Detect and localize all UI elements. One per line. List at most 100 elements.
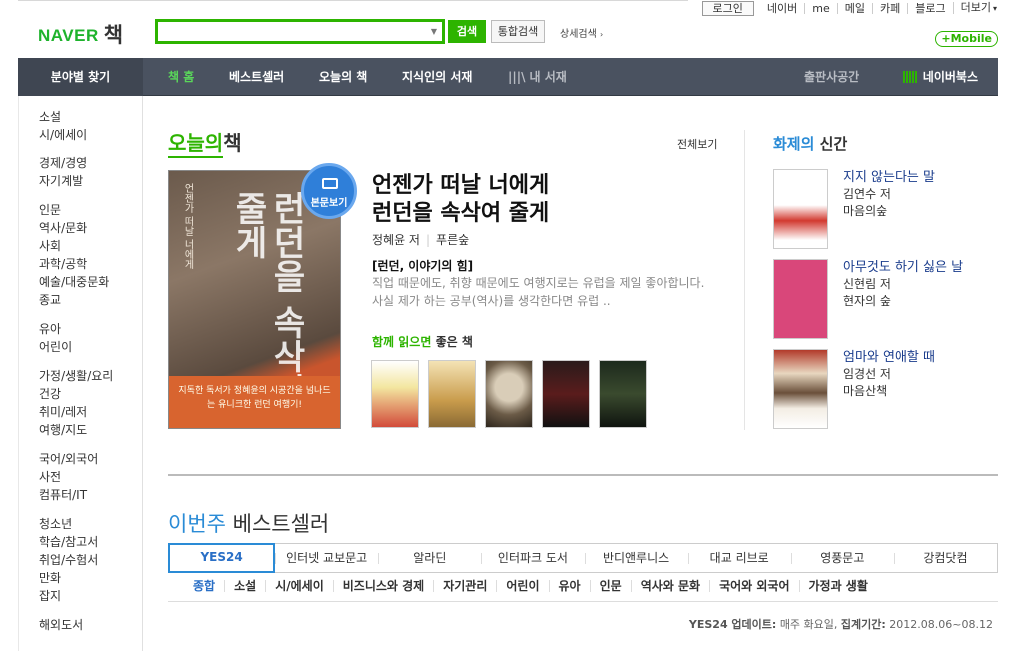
nav-book-home[interactable]: 책 홈 (168, 58, 194, 96)
cat-tab[interactable]: 어린이 (496, 580, 548, 592)
hot-book-title[interactable]: 엄마와 연애할 때 (843, 349, 935, 366)
cat-tab[interactable]: 시/에세이 (265, 580, 333, 592)
sidebar-item[interactable]: 취업/수험서 (39, 551, 98, 569)
hot-book-title[interactable]: 아무것도 하기 싫은 날 (843, 259, 963, 276)
update-label: YES24 업데이트: (688, 618, 777, 631)
cat-tab[interactable]: 종합 (193, 580, 224, 592)
sidebar-item[interactable]: 어린이 (39, 338, 72, 356)
tab-kyobo[interactable]: 인터넷 교보문고 (275, 544, 378, 572)
related-book-thumb[interactable] (599, 360, 647, 428)
search-input[interactable] (158, 22, 418, 41)
naverbooks-link[interactable]: 네이버북스 (902, 58, 978, 96)
sidebar-item[interactable]: 잡지 (39, 587, 98, 605)
login-button[interactable]: 로그인 (701, 0, 754, 16)
cat-tab[interactable]: 유아 (548, 580, 590, 592)
sidebar-group-4: 유아 어린이 (39, 320, 72, 356)
nav-today-book[interactable]: 오늘의 책 (319, 58, 367, 96)
hot-title-dark: 신간 (819, 135, 848, 153)
sidebar-item[interactable]: 사회 (39, 237, 109, 255)
sidebar-item[interactable]: 경제/경영 (39, 154, 87, 172)
sidebar-item[interactable]: 소설 (39, 108, 87, 126)
all-search-button[interactable]: 통합검색 (491, 20, 545, 43)
hot-book-title[interactable]: 지지 않는다는 말 (843, 169, 935, 186)
nav-bestseller[interactable]: 베스트셀러 (229, 58, 284, 96)
sidebar-item[interactable]: 학습/참고서 (39, 533, 98, 551)
tab-ypbooks[interactable]: 영풍문고 (790, 544, 894, 572)
sidebar-item[interactable]: 여행/지도 (39, 421, 113, 439)
sidebar-item[interactable]: 해외도서 (39, 616, 83, 634)
category-sidebar: 소설 시/에세이 경제/경영 자기계발 인문 역사/문화 사회 과학/공학 예술… (18, 96, 143, 651)
sidebar-item[interactable]: 사전 (39, 468, 98, 486)
cat-tab[interactable]: 국어와 외국어 (709, 580, 798, 592)
hot-book-cover[interactable] (773, 259, 828, 339)
hot-book-cover[interactable] (773, 349, 828, 429)
book-open-icon (322, 178, 338, 189)
hot-book-cover[interactable] (773, 169, 828, 249)
preview-badge-label: 본문보기 (310, 198, 348, 209)
sidebar-item[interactable]: 국어/외국어 (39, 450, 98, 468)
util-link-naver[interactable]: 네이버 (760, 3, 804, 14)
tab-yes24[interactable]: YES24 (168, 543, 276, 573)
cat-tab[interactable]: 가정과 생활 (798, 580, 877, 592)
util-link-blog[interactable]: 블로그 (907, 2, 952, 14)
chevron-down-icon: ▾ (992, 4, 997, 13)
sidebar-item[interactable]: 종교 (39, 291, 109, 309)
naverbooks-label: 네이버북스 (922, 70, 978, 84)
tab-aladin[interactable]: 알라딘 (378, 544, 481, 572)
related-book-thumb[interactable] (428, 360, 476, 428)
sidebar-item[interactable]: 시/에세이 (39, 126, 87, 144)
util-link-mail[interactable]: 메일 (836, 2, 872, 14)
tab-bandi[interactable]: 반디앤루니스 (584, 544, 688, 572)
preview-badge[interactable]: 본문보기 (301, 163, 357, 219)
sidebar-item[interactable]: 자기계발 (39, 172, 87, 190)
sidebar-item[interactable]: 과학/공학 (39, 255, 109, 273)
cat-tab[interactable]: 비즈니스와 경제 (332, 580, 433, 592)
tab-kangcom[interactable]: 강컴닷컴 (893, 544, 997, 572)
util-link-more[interactable]: 더보기 ▾ (952, 1, 1004, 14)
period-label: 집계기간: (840, 618, 886, 631)
cat-tab[interactable]: 소설 (224, 580, 265, 592)
sidebar-item[interactable]: 만화 (39, 569, 98, 587)
hot-book-publisher: 현자의 숲 (843, 294, 891, 308)
bestseller-category-tabs: 종합 소설 시/에세이 비즈니스와 경제 자기관리 어린이 유아 인문 역사와 … (193, 580, 877, 592)
cat-tab[interactable]: 인문 (589, 580, 631, 592)
sidebar-item[interactable]: 역사/문화 (39, 219, 109, 237)
hot-new-title: 화제의 신간 (773, 133, 847, 154)
cat-tab[interactable]: 역사와 문화 (630, 580, 709, 592)
sidebar-item[interactable]: 예술/대중문화 (39, 273, 109, 291)
hot-book-publisher: 마음산책 (843, 384, 888, 398)
nav-expert-library[interactable]: 지식인의 서재 (402, 58, 472, 96)
view-all-link[interactable]: 전체보기 (677, 136, 717, 152)
read-together-heading: 함께 읽으면 좋은 책 (372, 333, 473, 350)
tab-libro[interactable]: 대교 리브로 (687, 544, 791, 572)
nav-my-library-label: 내 서재 (529, 70, 567, 84)
sidebar-item[interactable]: 취미/레저 (39, 403, 113, 421)
category-finder[interactable]: 분야별 찾기 (18, 58, 143, 96)
search-button[interactable]: 검색 (448, 20, 486, 43)
related-book-thumb[interactable] (542, 360, 590, 428)
vertical-divider (744, 130, 745, 430)
more-label: 더보기 (960, 1, 991, 14)
sidebar-item[interactable]: 컴퓨터/IT (39, 486, 98, 504)
mobile-link[interactable]: +Mobile (935, 31, 998, 47)
sidebar-item[interactable]: 인문 (39, 201, 109, 219)
sidebar-item[interactable]: 가정/생활/요리 (39, 367, 113, 385)
logo-naver: NAVER (38, 26, 99, 45)
book-title[interactable]: 언젠가 떠날 너에게 런던을 속삭여 줄게 (372, 172, 692, 228)
tab-interpark[interactable]: 인터파크 도서 (481, 544, 584, 572)
util-link-me[interactable]: me (804, 2, 836, 14)
related-book-thumb[interactable] (485, 360, 533, 428)
advanced-search-link[interactable]: 상세검색 › (560, 25, 603, 40)
cat-tab[interactable]: 자기관리 (433, 580, 496, 592)
search-dropdown-icon[interactable]: ▼ (431, 27, 437, 36)
util-link-cafe[interactable]: 카페 (871, 2, 907, 14)
sidebar-item[interactable]: 건강 (39, 385, 113, 403)
sidebar-item[interactable]: 청소년 (39, 515, 98, 533)
hot-book-item: 지지 않는다는 말 김연수 저 마음의숲 (773, 169, 993, 249)
related-book-thumb[interactable] (371, 360, 419, 428)
nav-publisher-space[interactable]: 출판사공간 (804, 58, 859, 96)
read-with-green: 함께 읽으면 (372, 335, 432, 349)
sidebar-item[interactable]: 유아 (39, 320, 72, 338)
naver-book-logo[interactable]: NAVER 책 (38, 18, 124, 48)
nav-my-library[interactable]: |||\ 내 서재 (508, 58, 567, 96)
